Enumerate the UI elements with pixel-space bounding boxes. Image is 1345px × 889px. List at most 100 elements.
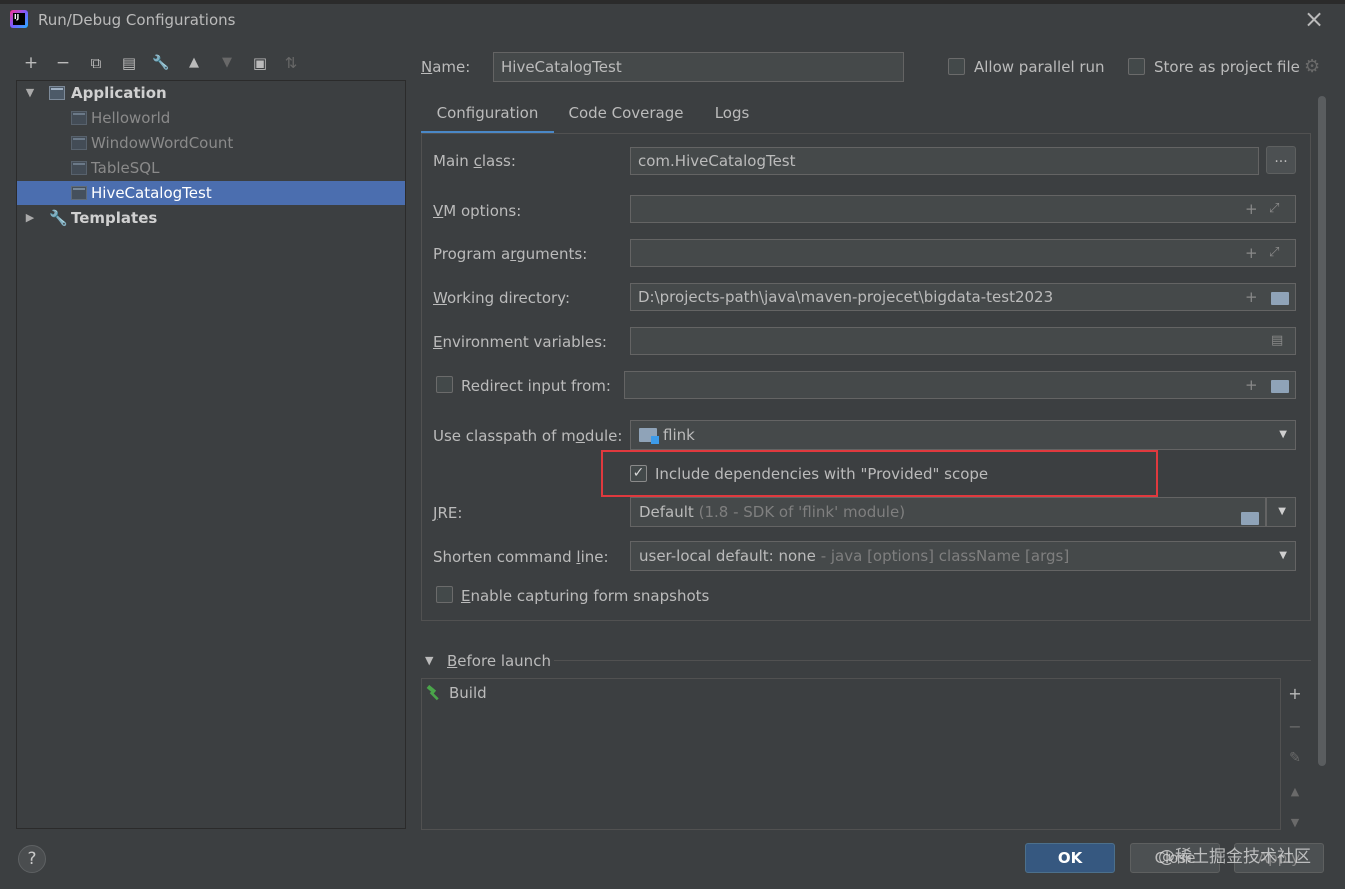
ok-button[interactable]: OK [1025, 843, 1115, 873]
tree-group-application[interactable]: ▼ Application [17, 81, 405, 105]
plus-icon[interactable]: + [1245, 376, 1258, 394]
application-config-icon [71, 111, 87, 125]
tree-item-label: HiveCatalogTest [91, 184, 212, 202]
tree-group-label: Templates [71, 209, 158, 227]
save-configuration-button[interactable]: ▤ [118, 52, 140, 74]
gear-icon[interactable]: ⚙ [1304, 56, 1320, 77]
intellij-logo-icon: IJ [10, 10, 28, 28]
folder-icon[interactable] [1271, 379, 1289, 397]
chevron-down-icon: ▼ [1279, 550, 1287, 561]
jre-select[interactable]: Default (1.8 - SDK of 'flink' module) [630, 497, 1266, 527]
remove-task-button[interactable]: − [1284, 716, 1306, 738]
shorten-command-line-label: Shorten command line: [433, 548, 609, 566]
jre-label: JRE: [433, 504, 463, 522]
application-config-icon [71, 136, 87, 150]
chevron-right-icon[interactable]: ▶ [23, 206, 37, 230]
build-hammer-icon [426, 685, 439, 701]
expand-icon[interactable]: ⤢ [1269, 244, 1279, 262]
expand-icon[interactable]: ⤢ [1269, 200, 1279, 218]
allow-parallel-run-checkbox[interactable] [948, 58, 965, 75]
application-config-icon [71, 186, 87, 200]
tree-item[interactable]: WindowWordCount [17, 131, 405, 155]
window-title: Run/Debug Configurations [38, 11, 236, 29]
copy-configuration-button[interactable]: ⧉ [85, 52, 107, 74]
tree-item[interactable]: Helloworld [17, 106, 405, 130]
enable-snapshots-label: Enable capturing form snapshots [461, 587, 710, 605]
vertical-scrollbar[interactable] [1318, 96, 1326, 766]
shorten-hint: - java [options] className [args] [820, 547, 1070, 565]
redirect-input-checkbox[interactable] [436, 376, 453, 393]
browse-main-class-button[interactable]: ... [1266, 146, 1296, 174]
classpath-module-label: Use classpath of module: [433, 427, 623, 445]
help-button[interactable]: ? [18, 845, 46, 873]
jre-hint: (1.8 - SDK of 'flink' module) [698, 503, 906, 521]
name-input[interactable]: HiveCatalogTest [493, 52, 904, 82]
sort-configurations-button[interactable]: ⇅ [280, 52, 302, 74]
plus-icon[interactable]: + [1245, 200, 1258, 218]
chevron-down-icon[interactable]: ▼ [425, 654, 433, 667]
working-directory-input[interactable]: D:\projects-path\java\maven-projecet\big… [630, 283, 1296, 311]
module-folder-icon [639, 428, 659, 444]
move-down-button[interactable]: ▼ [216, 52, 238, 74]
jre-value: Default [639, 503, 694, 521]
move-task-up-button[interactable]: ▲ [1284, 781, 1306, 803]
allow-parallel-run-label: Allow parallel run [974, 58, 1105, 76]
working-directory-label: Working directory: [433, 289, 571, 307]
tree-item-selected[interactable]: HiveCatalogTest [17, 181, 405, 205]
tree-item-label: WindowWordCount [91, 134, 234, 152]
chevron-down-icon[interactable]: ▼ [23, 81, 37, 105]
plus-icon[interactable]: + [1245, 244, 1258, 262]
before-launch-divider [554, 660, 1311, 661]
plus-icon[interactable]: + [1245, 288, 1258, 306]
redirect-input-field[interactable]: + [624, 371, 1296, 399]
redirect-input-label: Redirect input from: [461, 377, 611, 395]
enable-snapshots-checkbox[interactable] [436, 586, 453, 603]
name-label: Name: [421, 58, 471, 76]
edit-task-pencil-icon[interactable]: ✎ [1284, 747, 1306, 769]
add-task-button[interactable]: + [1284, 683, 1306, 705]
move-up-button[interactable]: ▲ [183, 52, 205, 74]
folder-icon[interactable] [1271, 291, 1289, 309]
edit-defaults-wrench-button[interactable]: 🔧 [150, 52, 172, 74]
close-window-button[interactable]: × [1302, 7, 1326, 32]
tree-item-label: TableSQL [91, 159, 160, 177]
before-launch-list: Build [421, 678, 1281, 830]
configurations-tree: ▼ Application Helloworld WindowWordCount… [16, 80, 406, 829]
logo-text: IJ [13, 13, 25, 25]
classpath-module-value: flink [663, 426, 695, 444]
tree-item[interactable]: TableSQL [17, 156, 405, 180]
environment-variables-input[interactable]: ▤ [630, 327, 1296, 355]
tree-group-label: Application [71, 84, 167, 102]
store-as-project-file-checkbox[interactable] [1128, 58, 1145, 75]
wrench-icon: 🔧 [49, 209, 68, 227]
before-launch-label: Before launch [447, 652, 551, 670]
tree-group-templates[interactable]: ▶ 🔧 Templates [17, 206, 405, 230]
store-as-project-file-label: Store as project file [1154, 58, 1300, 76]
chevron-down-icon: ▼ [1278, 506, 1286, 517]
environment-variables-label: Environment variables: [433, 333, 607, 351]
tab-code-coverage[interactable]: Code Coverage [561, 98, 691, 134]
document-icon[interactable]: ▤ [1271, 332, 1283, 350]
new-folder-button[interactable]: ▣ [249, 52, 271, 74]
shorten-command-line-select[interactable]: user-local default: none - java [options… [630, 541, 1296, 571]
application-config-icon [71, 161, 87, 175]
shorten-value: user-local default: none [639, 547, 816, 565]
program-arguments-label: Program arguments: [433, 245, 588, 263]
title-bar: IJ Run/Debug Configurations × [0, 4, 1345, 40]
remove-configuration-button[interactable]: − [52, 52, 74, 74]
application-icon [49, 86, 65, 100]
working-directory-value: D:\projects-path\java\maven-projecet\big… [638, 288, 1054, 306]
list-item[interactable]: Build [422, 679, 1280, 707]
main-class-label: Main class: [433, 152, 516, 170]
main-class-input[interactable]: com.HiveCatalogTest [630, 147, 1259, 175]
highlight-annotation-box [601, 450, 1158, 497]
classpath-module-select[interactable]: flink ▼ [630, 420, 1296, 450]
tab-configuration[interactable]: Configuration [421, 98, 554, 134]
folder-icon[interactable] [1241, 506, 1259, 526]
tab-logs[interactable]: Logs [705, 98, 759, 134]
move-task-down-button[interactable]: ▼ [1284, 812, 1306, 834]
program-arguments-input[interactable]: + ⤢ [630, 239, 1296, 267]
jre-dropdown-button[interactable]: ▼ [1266, 497, 1296, 527]
add-configuration-button[interactable]: + [20, 52, 42, 74]
vm-options-input[interactable]: + ⤢ [630, 195, 1296, 223]
